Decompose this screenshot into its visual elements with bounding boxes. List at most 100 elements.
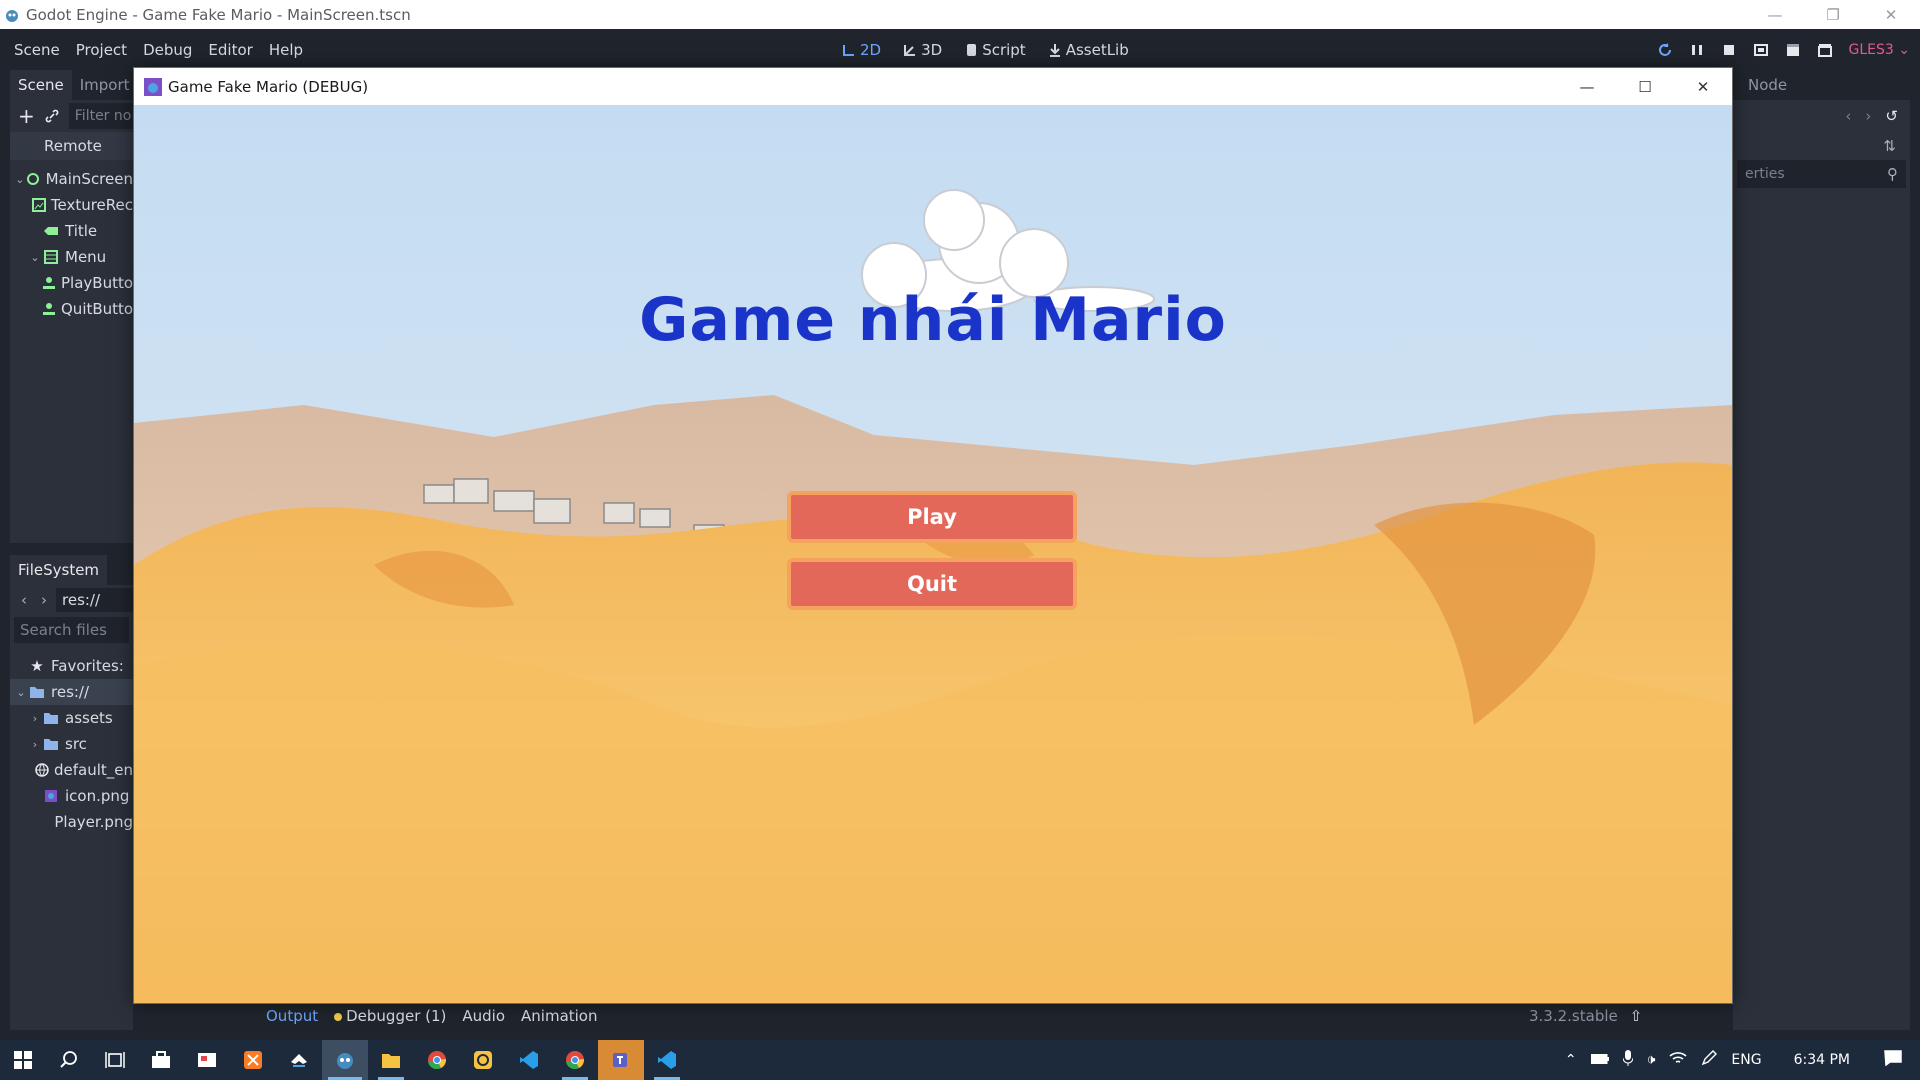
- fs-label: src: [65, 735, 87, 753]
- mode-2d-label: 2D: [860, 40, 882, 59]
- menu-help[interactable]: Help: [261, 41, 311, 59]
- mode-3d-button[interactable]: 3D: [897, 41, 948, 59]
- close-button[interactable]: ✕: [1862, 0, 1920, 29]
- menu-scene[interactable]: Scene: [6, 41, 68, 59]
- godot-taskbar-icon[interactable]: [322, 1040, 368, 1080]
- expand-panel-icon[interactable]: ⇧: [1630, 1007, 1643, 1025]
- menu-editor[interactable]: Editor: [200, 41, 260, 59]
- mode-2d-button[interactable]: 2D: [836, 41, 887, 59]
- control-icon: [26, 171, 41, 187]
- fs-item-default-env[interactable]: default_en: [10, 757, 133, 783]
- pause-icon[interactable]: [1685, 38, 1709, 62]
- game-minimize-button[interactable]: —: [1558, 68, 1616, 105]
- tab-debugger[interactable]: Debugger (1): [334, 1007, 446, 1025]
- forward-icon[interactable]: ›: [36, 591, 52, 609]
- windows-logo-icon: [14, 1051, 32, 1069]
- menu-debug[interactable]: Debug: [135, 41, 200, 59]
- teams-icon[interactable]: [598, 1040, 644, 1080]
- tab-filesystem[interactable]: FileSystem: [10, 555, 108, 585]
- tree-label: Title: [65, 222, 98, 240]
- sort-icon[interactable]: ⇅: [1883, 137, 1896, 155]
- vscode-icon-2[interactable]: [644, 1040, 690, 1080]
- fs-item-assets[interactable]: › assets: [10, 705, 133, 731]
- xampp-icon[interactable]: [230, 1040, 276, 1080]
- chevron-right-icon[interactable]: ›: [28, 738, 42, 751]
- minimize-button[interactable]: —: [1746, 0, 1804, 29]
- back-icon[interactable]: ‹: [16, 591, 32, 609]
- game-maximize-button[interactable]: ☐: [1616, 68, 1674, 105]
- battery-icon[interactable]: [1590, 1052, 1609, 1068]
- search-files-input[interactable]: Search files: [14, 617, 129, 643]
- game-close-button[interactable]: ✕: [1674, 68, 1732, 105]
- tree-item-title[interactable]: Title: [10, 218, 133, 244]
- chrome-icon-2[interactable]: [552, 1040, 598, 1080]
- language-indicator[interactable]: ENG: [1731, 1052, 1761, 1068]
- search-icon[interactable]: [46, 1040, 92, 1080]
- history-back-icon[interactable]: ‹: [1845, 107, 1851, 125]
- plex-icon[interactable]: [460, 1040, 506, 1080]
- file-explorer-icon[interactable]: [368, 1040, 414, 1080]
- chevron-down-icon[interactable]: ⌄: [14, 173, 26, 186]
- tab-scene[interactable]: Scene: [10, 70, 72, 100]
- 3d-icon: [904, 44, 916, 56]
- play-button[interactable]: Play: [787, 491, 1077, 543]
- link-icon[interactable]: [45, 109, 59, 123]
- tab-animation[interactable]: Animation: [521, 1007, 597, 1025]
- history-forward-icon[interactable]: ›: [1865, 107, 1871, 125]
- tree-item-mainscreen[interactable]: ⌄ MainScreen: [10, 166, 133, 192]
- clapperboard-icon[interactable]: [1781, 38, 1805, 62]
- tree-item-menu[interactable]: ⌄ Menu: [10, 244, 133, 270]
- fs-item-icon-png[interactable]: icon.png: [10, 783, 133, 809]
- restore-button[interactable]: ❐: [1804, 0, 1862, 29]
- tree-item-texturerect[interactable]: TextureRec: [10, 192, 133, 218]
- chrome-icon[interactable]: [414, 1040, 460, 1080]
- chevron-down-icon[interactable]: ⌄: [28, 251, 42, 264]
- favorites-item[interactable]: ★ Favorites:: [10, 653, 133, 679]
- right-dock: Node ‹ › ↺ ⇅ erties ⚲: [1733, 70, 1920, 1040]
- remote-toggle[interactable]: Remote: [10, 132, 133, 160]
- volume-icon[interactable]: 🕩: [1647, 1052, 1656, 1068]
- filter-properties-input[interactable]: erties: [1745, 166, 1785, 182]
- play-scene-icon[interactable]: [1749, 38, 1773, 62]
- mode-assetlib-button[interactable]: AssetLib: [1042, 41, 1135, 59]
- vscode-icon[interactable]: [506, 1040, 552, 1080]
- add-node-icon[interactable]: +: [18, 104, 35, 128]
- fs-item-src[interactable]: › src: [10, 731, 133, 757]
- quit-button[interactable]: Quit: [787, 558, 1077, 610]
- tray-overflow-icon[interactable]: ⌃: [1565, 1052, 1577, 1068]
- task-view-icon[interactable]: [92, 1040, 138, 1080]
- filter-nodes-input[interactable]: Filter no: [68, 103, 133, 129]
- start-button[interactable]: [0, 1040, 46, 1080]
- play-custom-icon[interactable]: [1813, 38, 1837, 62]
- fs-item-res[interactable]: ⌄ res://: [10, 679, 133, 705]
- tab-node[interactable]: Node: [1748, 76, 1787, 94]
- globe-icon: [35, 762, 49, 778]
- pen-icon[interactable]: [1701, 1050, 1718, 1070]
- snipping-tool-icon[interactable]: [184, 1040, 230, 1080]
- chevron-right-icon[interactable]: ›: [28, 712, 42, 725]
- tab-audio[interactable]: Audio: [462, 1007, 505, 1025]
- path-input[interactable]: res://: [56, 588, 133, 612]
- tab-import[interactable]: Import: [72, 70, 133, 100]
- chevron-down-icon[interactable]: ⌄: [14, 686, 28, 699]
- bottom-panel: Output Debugger (1) Audio Animation 3.3.…: [133, 1000, 1733, 1040]
- tab-output[interactable]: Output: [266, 1007, 318, 1025]
- assetlib-icon: [1049, 43, 1060, 57]
- mode-script-button[interactable]: Script: [958, 41, 1032, 59]
- button-icon: [42, 275, 56, 291]
- clock[interactable]: 6:34 PM: [1794, 1052, 1850, 1068]
- wifi-icon[interactable]: [1669, 1051, 1687, 1069]
- store-icon[interactable]: [138, 1040, 184, 1080]
- stop-icon[interactable]: [1717, 38, 1741, 62]
- reload-icon[interactable]: [1653, 38, 1677, 62]
- fs-item-player-png[interactable]: Player.png: [10, 809, 133, 835]
- microphone-icon[interactable]: [1622, 1050, 1634, 1070]
- tree-item-playbutton[interactable]: PlayButto: [10, 270, 133, 296]
- tree-item-quitbutton[interactable]: QuitButto: [10, 296, 133, 322]
- inkscape-icon[interactable]: [276, 1040, 322, 1080]
- filesystem-panel: FileSystem ‹ › res:// Search files ★ Fav…: [10, 555, 133, 1030]
- menu-project[interactable]: Project: [68, 41, 135, 59]
- notifications-icon[interactable]: [1884, 1050, 1902, 1070]
- history-icon[interactable]: ↺: [1885, 107, 1898, 125]
- renderer-select[interactable]: GLES3 ⌄: [1849, 42, 1910, 58]
